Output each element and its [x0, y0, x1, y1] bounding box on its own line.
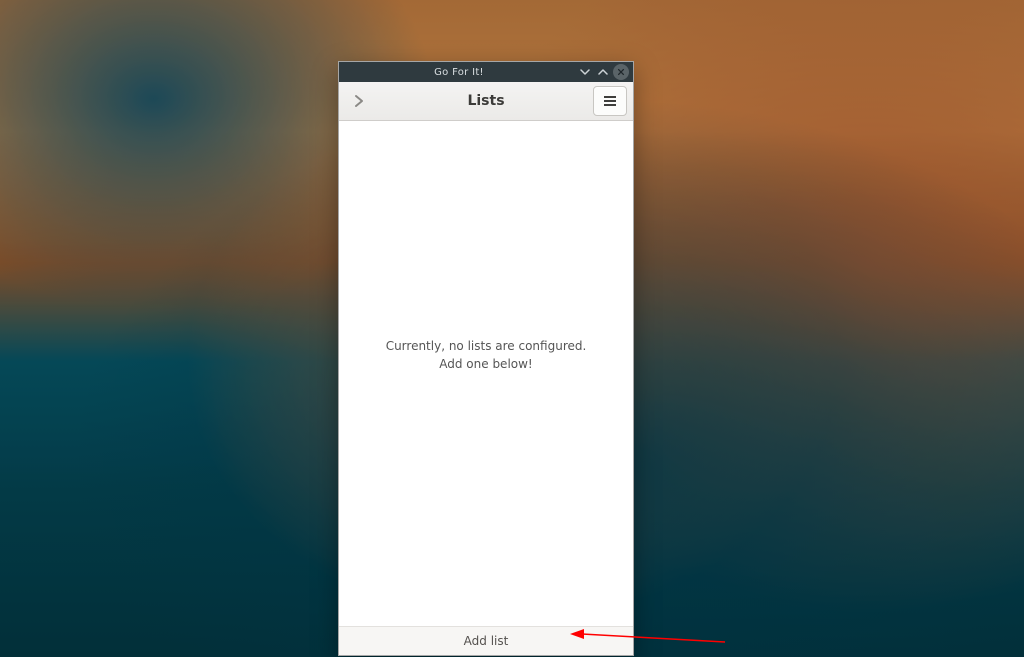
window-close-button[interactable] [613, 64, 629, 80]
close-icon [617, 68, 625, 76]
add-list-label: Add list [464, 634, 509, 648]
header-bar: Lists [339, 82, 633, 121]
content-area: Currently, no lists are configured. Add … [339, 121, 633, 626]
chevron-right-icon [352, 94, 366, 108]
chevron-down-icon [580, 67, 590, 77]
window-title: Go For It! [343, 67, 575, 78]
menu-button[interactable] [593, 86, 627, 116]
window-titlebar: Go For It! [339, 62, 633, 82]
empty-state-line2: Add one below! [386, 356, 587, 373]
back-button[interactable] [345, 87, 373, 115]
chevron-up-icon [598, 67, 608, 77]
empty-state-line1: Currently, no lists are configured. [386, 338, 587, 355]
window-maximize-button[interactable] [595, 64, 611, 80]
empty-state-message: Currently, no lists are configured. Add … [386, 338, 587, 373]
app-window: Go For It! Lists Currentl [338, 61, 634, 656]
add-list-button[interactable]: Add list [339, 626, 633, 655]
hamburger-icon [603, 95, 617, 107]
page-title: Lists [339, 93, 633, 109]
window-minimize-button[interactable] [577, 64, 593, 80]
